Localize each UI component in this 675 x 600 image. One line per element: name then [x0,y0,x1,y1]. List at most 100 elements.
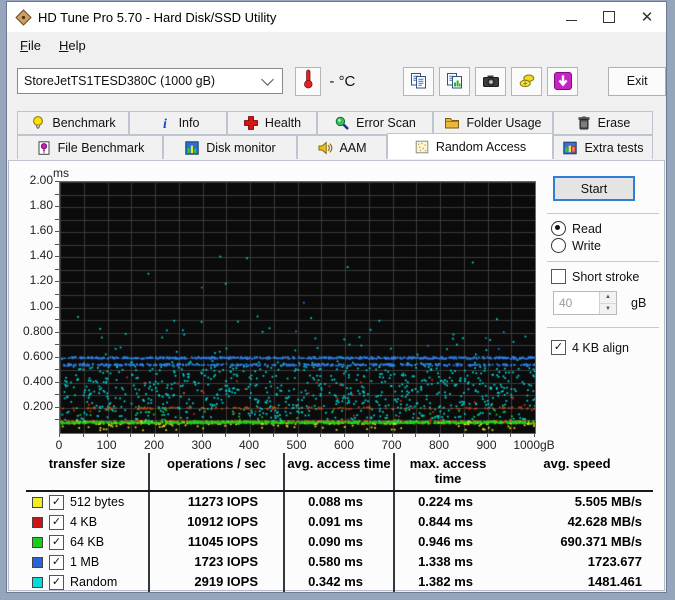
minimize-icon [565,19,577,21]
chevron-down-icon [260,72,274,86]
copy-image-button[interactable] [439,66,471,96]
tab-label: AAM [339,140,367,155]
tab-extra-tests[interactable]: Extra tests [553,135,653,159]
x-axis-tick [367,434,369,437]
stroke-size-input[interactable]: 40 ▲ ▼ [553,291,617,315]
tab-aam[interactable]: AAM [297,135,387,159]
tab-label: Folder Usage [466,116,542,130]
close-icon: ✕ [640,8,654,26]
table-row: 4 KB 10912 IOPS0.091 ms0.844 ms 42.628 MB/… [26,512,653,532]
drive-select-dropdown[interactable]: StoreJetTS1TESD380C (1000 gB) [17,68,283,94]
avg-access-cell: 0.090 ms [283,532,393,552]
y-axis-tick [55,331,59,333]
tab-folder-usage[interactable]: Folder Usage [433,111,553,135]
avg-speed-cell: 1481.461 [587,574,642,589]
y-axis-tick-label: 1.80 [29,198,53,213]
series-color-swatch [32,536,43,548]
x-axis-tick-label: 600 [333,438,355,452]
avg-speed-cell: 1723.677 [587,554,642,569]
menu-file[interactable]: File [11,35,50,56]
y-axis-tick-label: 1.40 [29,248,53,263]
series-checkbox[interactable] [49,554,64,570]
camera-button[interactable] [475,66,507,96]
tab-disk-monitor[interactable]: Disk monitor [163,135,297,159]
temperature-button[interactable] [294,66,322,96]
y-axis-tick [55,356,59,358]
exit-button[interactable]: Exit [608,66,667,96]
update-button[interactable] [547,66,579,96]
tab-random-access[interactable]: Random Access [387,133,553,159]
tab-label: Error Scan [356,116,416,130]
tab-erase[interactable]: Erase [553,111,653,135]
menu-help[interactable]: Help [50,35,95,56]
read-radio[interactable]: Read [551,221,602,236]
close-button[interactable]: ✕ [628,2,666,32]
spin-up-button[interactable]: ▲ [600,292,616,304]
tab-error-scan[interactable]: Error Scan [317,111,433,135]
maximize-icon [603,11,615,23]
copy-text-icon [410,72,428,90]
start-button[interactable]: Start [553,176,635,201]
tab-label: Info [178,116,200,130]
access-time-plot [59,181,536,434]
x-axis-tick [249,434,250,437]
tab-info[interactable]: i Info [129,111,227,135]
x-axis-tick [201,434,203,437]
app-window: HD Tune Pro 5.70 - Hard Disk/SSD Utility… [6,1,667,593]
y-axis-tick-label: 0.400 [22,373,53,388]
transfer-size-label: 4 KB [70,515,98,529]
operations-cell: 1723 IOPS [148,552,283,572]
y-axis-tick [55,406,59,408]
x-axis-tick [59,434,60,437]
y-axis-unit-label: ms [53,166,69,180]
series-checkbox[interactable] [49,514,64,530]
x-axis-tick [415,434,417,437]
short-stroke-checkbox[interactable]: Short stroke [551,269,639,284]
series-checkbox[interactable] [49,574,64,590]
x-axis-tick [225,434,227,437]
series-checkbox[interactable] [49,534,64,550]
y-axis-tick [55,293,59,295]
kb-align-checkbox[interactable]: 4 KB align [551,340,629,355]
x-axis-tick [106,434,108,437]
kb-align-label: 4 KB align [572,340,629,355]
tab-file-benchmark[interactable]: File Benchmark [17,135,163,159]
aam-speaker-icon [317,140,333,156]
series-color-swatch [32,496,43,508]
maximize-button[interactable] [590,2,628,32]
camera-icon [482,72,500,90]
transfer-size-cell: 64 KB [26,532,148,552]
minimize-button[interactable] [552,2,590,32]
write-radio[interactable]: Write [551,238,601,253]
copy-image-icon [446,72,464,90]
tab-health[interactable]: Health [227,111,317,135]
save-results-button[interactable] [511,66,543,96]
spin-down-button[interactable]: ▼ [600,303,616,314]
results-table-body: 512 bytes 11273 IOPS0.088 ms0.224 ms 5.505… [26,492,653,592]
x-axis-tick [462,434,464,437]
checkbox-icon [551,340,566,355]
avg-speed-cell: 5.505 MB/s [574,494,642,509]
x-axis-tick-label: 200 [143,438,165,452]
app-icon [15,8,32,26]
y-axis-tick [55,181,59,182]
copy-text-button[interactable] [403,66,435,96]
y-axis-tick [55,256,59,258]
series-checkbox[interactable] [49,494,64,510]
transfer-size-cell: 1 MB [26,552,148,572]
table-header-4: max. access time [393,453,501,490]
tab-benchmark[interactable]: Benchmark [17,111,129,135]
series-color-swatch [32,516,43,528]
operations-cell: 2919 IOPS [148,572,283,592]
x-axis-tick-label: 400 [238,438,260,452]
max-access-cell: 0.946 ms [393,532,501,552]
x-axis-tick [177,434,179,437]
erase-trash-icon [576,115,592,131]
x-axis-tick-label: 1000gB [513,438,555,452]
tab-label: File Benchmark [57,140,145,155]
series-color-swatch [32,556,43,568]
transfer-size-label: Random [70,575,118,589]
y-axis-tick-label: 1.60 [29,223,53,238]
transfer-size-cell: 512 bytes [26,492,148,512]
x-axis-tick [510,434,512,437]
